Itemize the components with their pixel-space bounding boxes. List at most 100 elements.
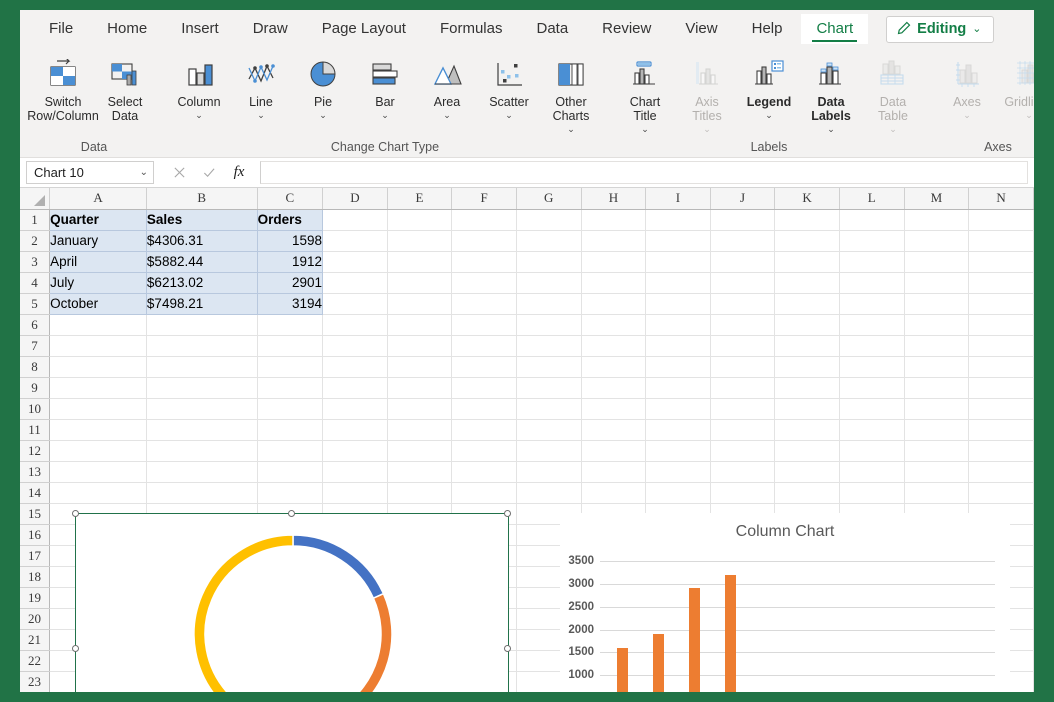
cell-B5[interactable]: $7498.21	[146, 293, 257, 314]
cell-B11[interactable]	[146, 419, 257, 440]
confirm-formula-button[interactable]	[194, 161, 224, 184]
ribbon-button-chart-title[interactable]: Chart Title⌄	[614, 52, 676, 134]
cell-M14[interactable]	[904, 482, 969, 503]
bar-orders-4[interactable]	[725, 575, 736, 692]
cell-C7[interactable]	[257, 335, 322, 356]
row-header-21[interactable]: 21	[20, 629, 50, 650]
cell-J12[interactable]	[710, 440, 775, 461]
cell-C4[interactable]: 2901	[257, 272, 322, 293]
cell-G1[interactable]	[516, 209, 581, 230]
row-header-23[interactable]: 23	[20, 671, 50, 692]
cell-K6[interactable]	[775, 314, 840, 335]
column-header-M[interactable]: M	[904, 188, 969, 209]
cell-M5[interactable]	[904, 293, 969, 314]
ribbon-tab-view[interactable]: View	[670, 14, 732, 44]
cell-A10[interactable]	[50, 398, 147, 419]
ribbon-button-legend[interactable]: Legend⌄	[738, 52, 800, 120]
cell-I12[interactable]	[646, 440, 711, 461]
cell-L7[interactable]	[839, 335, 904, 356]
cell-H2[interactable]	[581, 230, 646, 251]
cell-N6[interactable]	[969, 314, 1034, 335]
chevron-down-icon[interactable]: ⌄	[443, 110, 451, 120]
cell-B13[interactable]	[146, 461, 257, 482]
cell-K13[interactable]	[775, 461, 840, 482]
column-header-G[interactable]: G	[516, 188, 581, 209]
column-chart-object[interactable]: Column Chart 350030002500200015001000500…	[560, 513, 1010, 692]
row-header-11[interactable]: 11	[20, 419, 50, 440]
cell-F3[interactable]	[452, 251, 517, 272]
cell-E14[interactable]	[387, 482, 452, 503]
ribbon-tab-review[interactable]: Review	[587, 14, 666, 44]
row-header-2[interactable]: 2	[20, 230, 50, 251]
cell-D9[interactable]	[323, 377, 388, 398]
ribbon-tab-chart[interactable]: Chart	[801, 14, 868, 44]
cell-K7[interactable]	[775, 335, 840, 356]
cell-H13[interactable]	[581, 461, 646, 482]
cell-L1[interactable]	[839, 209, 904, 230]
cell-A2[interactable]: January	[50, 230, 147, 251]
cell-H7[interactable]	[581, 335, 646, 356]
cell-F4[interactable]	[452, 272, 517, 293]
cell-L10[interactable]	[839, 398, 904, 419]
cell-A8[interactable]	[50, 356, 147, 377]
bar-orders-3[interactable]	[689, 588, 700, 692]
row-header-19[interactable]: 19	[20, 587, 50, 608]
cell-D8[interactable]	[323, 356, 388, 377]
column-header-L[interactable]: L	[839, 188, 904, 209]
ribbon-tab-insert[interactable]: Insert	[166, 14, 234, 44]
cell-H4[interactable]	[581, 272, 646, 293]
ribbon-button-select-data[interactable]: Select Data	[94, 52, 156, 123]
cell-M10[interactable]	[904, 398, 969, 419]
cell-A13[interactable]	[50, 461, 147, 482]
cell-B2[interactable]: $4306.31	[146, 230, 257, 251]
ribbon-button-bar[interactable]: Bar⌄	[354, 52, 416, 120]
cell-N4[interactable]	[969, 272, 1034, 293]
cell-I1[interactable]	[646, 209, 711, 230]
cell-F8[interactable]	[452, 356, 517, 377]
row-header-7[interactable]: 7	[20, 335, 50, 356]
cell-E8[interactable]	[387, 356, 452, 377]
chevron-down-icon[interactable]: ⌄	[257, 110, 265, 120]
cell-E13[interactable]	[387, 461, 452, 482]
cell-F6[interactable]	[452, 314, 517, 335]
doughnut-slice-1[interactable]	[293, 535, 383, 598]
cell-E2[interactable]	[387, 230, 452, 251]
cell-L12[interactable]	[839, 440, 904, 461]
cell-H14[interactable]	[581, 482, 646, 503]
cell-L3[interactable]	[839, 251, 904, 272]
cell-A11[interactable]	[50, 419, 147, 440]
row-header-6[interactable]: 6	[20, 314, 50, 335]
doughnut-slice-2[interactable]	[342, 594, 392, 692]
cell-M6[interactable]	[904, 314, 969, 335]
cell-J7[interactable]	[710, 335, 775, 356]
cell-J10[interactable]	[710, 398, 775, 419]
cell-M11[interactable]	[904, 419, 969, 440]
cell-D1[interactable]	[323, 209, 388, 230]
cell-G8[interactable]	[516, 356, 581, 377]
cell-N3[interactable]	[969, 251, 1034, 272]
cell-I5[interactable]	[646, 293, 711, 314]
chevron-down-icon[interactable]: ⌄	[827, 124, 835, 134]
cell-I4[interactable]	[646, 272, 711, 293]
cell-N10[interactable]	[969, 398, 1034, 419]
editing-mode-button[interactable]: Editing ⌄	[886, 16, 993, 43]
cell-D6[interactable]	[323, 314, 388, 335]
cell-G10[interactable]	[516, 398, 581, 419]
cell-D7[interactable]	[323, 335, 388, 356]
chevron-down-icon[interactable]: ⌄	[505, 110, 513, 120]
cell-N7[interactable]	[969, 335, 1034, 356]
cell-L5[interactable]	[839, 293, 904, 314]
cell-B4[interactable]: $6213.02	[146, 272, 257, 293]
cell-K12[interactable]	[775, 440, 840, 461]
cell-M8[interactable]	[904, 356, 969, 377]
select-all-corner[interactable]	[20, 188, 50, 209]
ribbon-button-data-labels[interactable]: Data Labels⌄	[800, 52, 862, 134]
cell-N5[interactable]	[969, 293, 1034, 314]
cell-I9[interactable]	[646, 377, 711, 398]
chevron-down-icon[interactable]: ⌄	[641, 124, 649, 134]
cell-D12[interactable]	[323, 440, 388, 461]
cell-H11[interactable]	[581, 419, 646, 440]
column-header-N[interactable]: N	[969, 188, 1034, 209]
cell-D11[interactable]	[323, 419, 388, 440]
row-header-18[interactable]: 18	[20, 566, 50, 587]
